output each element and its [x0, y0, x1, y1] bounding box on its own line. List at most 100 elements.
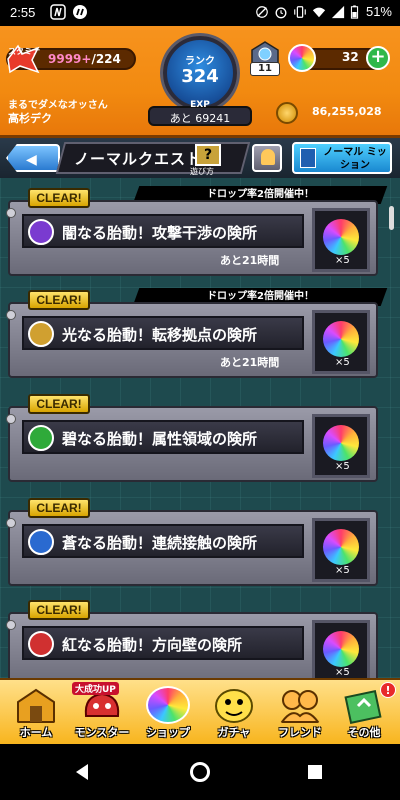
quest-name-bar: 闇なる胎動！攻撃干渉の険所 [22, 214, 304, 248]
quest-name-bar: 紅なる胎動！方向壁の険所 [22, 626, 304, 660]
sync-icon [256, 5, 268, 18]
nav-gacha-label: ガチャ [217, 726, 251, 739]
rank-badge[interactable]: ランク 324 [163, 36, 237, 110]
quest-panel[interactable]: 光なる胎動！転移拠点の険所 あと21時間 ×5 [8, 302, 378, 378]
other-alert-badge: ! [380, 682, 396, 698]
quest-item[interactable]: 蒼なる胎動！連続接触の険所 ×5 CLEAR! [6, 498, 378, 586]
quest-panel[interactable]: 蒼なる胎動！連続接触の険所 ×5 [8, 510, 378, 586]
status-bar: 2:55 51% [0, 0, 400, 26]
system-back-icon[interactable] [76, 764, 88, 780]
quest-name: 紅なる胎動！方向壁の険所 [62, 636, 243, 654]
reward-count: ×5 [335, 461, 350, 472]
clear-badge: CLEAR! [28, 290, 90, 310]
gacha-icon [215, 689, 253, 723]
quest-item[interactable]: ドロップ率2倍開催中！ 光なる胎動！転移拠点の険所 あと21時間 ×5 CLEA… [6, 288, 388, 378]
nav-other[interactable]: ! その他 [328, 682, 400, 742]
panel-bolt-icon [6, 414, 16, 424]
nav-shop[interactable]: ショップ [132, 684, 204, 742]
signal-icon [331, 5, 345, 18]
orb-reward-icon [323, 529, 359, 565]
panel-bolt-icon [6, 620, 16, 630]
dark-element-icon [28, 219, 54, 245]
quest-name-bar: 光なる胎動！転移拠点の険所 [22, 316, 304, 350]
orb-reward-icon [323, 631, 359, 667]
reward-box: ×5 [312, 518, 370, 582]
clear-badge: CLEAR! [28, 188, 90, 208]
quest-panel[interactable]: 闇なる胎動！攻撃干渉の険所 あと21時間 ×5 [8, 200, 378, 276]
wood-element-icon [28, 425, 54, 451]
nav-gacha[interactable]: ガチャ [198, 684, 270, 742]
quest-name-bar: 蒼なる胎動！連続接触の険所 [22, 524, 304, 558]
panel-bolt-icon [6, 310, 16, 320]
app-notification-icon [73, 5, 87, 19]
clear-badge: CLEAR! [28, 600, 90, 620]
reward-count: ×5 [335, 565, 350, 576]
nav-monster[interactable]: 大成功UP モンスター [66, 682, 138, 742]
normal-mission-button[interactable]: ノーマル ミッション [292, 142, 392, 174]
panel-bolt-icon [6, 208, 16, 218]
panel-bolt-icon [6, 518, 16, 528]
bell-button[interactable] [252, 144, 282, 172]
player-name: まるでダメなオッさん [8, 100, 108, 111]
nav-friend-label: フレンド [278, 726, 322, 739]
reward-count: ×5 [335, 357, 350, 368]
quest-panel[interactable]: 碧なる胎動！属性領域の険所 ×5 [8, 406, 378, 482]
reward-box: ×5 [312, 310, 370, 374]
stamina-max: /224 [91, 52, 121, 66]
water-element-icon [28, 529, 54, 555]
exp-label: EXP [190, 100, 210, 110]
nav-home[interactable]: ホーム [0, 684, 72, 742]
quest-titlebar: ◀ ノーマルクエスト ? 遊び方 ノーマル ミッション [0, 138, 400, 178]
orb-reward-icon [323, 219, 359, 255]
back-button[interactable]: ◀ [6, 144, 60, 172]
orb-reward-icon [323, 321, 359, 357]
player-title: 高杉デク [8, 112, 52, 125]
quest-list[interactable]: ドロップ率2倍開催中！ 闇なる胎動！攻撃干渉の険所 あと21時間 ×5 CLEA… [0, 178, 400, 678]
orb-reward-icon [323, 425, 359, 461]
scrollbar[interactable] [389, 206, 394, 230]
clear-badge: CLEAR! [28, 394, 90, 414]
help-label: 遊び方 [190, 167, 214, 176]
system-home-icon[interactable] [190, 762, 210, 782]
system-nav-bar [0, 744, 400, 800]
exp-remaining: あと 69241 [169, 112, 231, 125]
system-recents-icon[interactable] [308, 765, 322, 779]
orb-count: 32 [342, 50, 359, 64]
quest-item[interactable]: 碧なる胎動！属性領域の険所 ×5 CLEAR! [6, 394, 378, 482]
shop-orb-icon [146, 686, 190, 724]
coin-count: 86,255,028 [312, 105, 382, 118]
quest-item[interactable]: 紅なる胎動！方向壁の険所 ×5 CLEAR! [6, 600, 378, 678]
vibrate-icon [294, 5, 306, 18]
quest-name: 碧なる胎動！属性領域の険所 [62, 430, 258, 448]
wifi-icon [312, 7, 326, 17]
bell-icon [261, 149, 275, 165]
nav-monster-label: モンスター [74, 726, 130, 739]
reward-box: ×5 [312, 208, 370, 272]
rank-label: ランク [185, 56, 215, 67]
notification-icon [50, 4, 66, 20]
buy-orbs-button[interactable]: + [366, 46, 390, 70]
battery-icon [350, 4, 359, 19]
quest-name: 蒼なる胎動！連続接触の険所 [62, 534, 258, 552]
fire-element-icon [28, 631, 54, 657]
rank-value: 324 [181, 66, 219, 87]
nav-home-label: ホーム [19, 726, 53, 739]
clear-badge: CLEAR! [28, 498, 90, 518]
reward-box: ×5 [312, 414, 370, 478]
stamina-label: スタミナ [8, 47, 40, 56]
quest-panel[interactable]: 紅なる胎動！方向壁の険所 ×5 [8, 612, 378, 678]
status-time: 2:55 [10, 5, 36, 20]
stamina-value: 9999+ [48, 52, 92, 66]
quest-item[interactable]: ドロップ率2倍開催中！ 闇なる胎動！攻撃干渉の険所 あと21時間 ×5 CLEA… [6, 186, 388, 276]
exp-meter: EXP あと 69241 [148, 100, 252, 126]
alarm-icon [275, 6, 287, 18]
orb-icon [288, 44, 316, 72]
quest-name: 闇なる胎動！攻撃干渉の険所 [62, 224, 258, 242]
quest-name: 光なる胎動！転移拠点の険所 [62, 326, 258, 344]
nav-shop-label: ショップ [146, 726, 190, 739]
quest-remaining-time: あと21時間 [220, 254, 280, 267]
help-button[interactable]: ? [195, 144, 221, 166]
light-element-icon [28, 321, 54, 347]
nav-friend[interactable]: フレンド [264, 684, 336, 742]
quest-remaining-time: あと21時間 [220, 356, 280, 369]
